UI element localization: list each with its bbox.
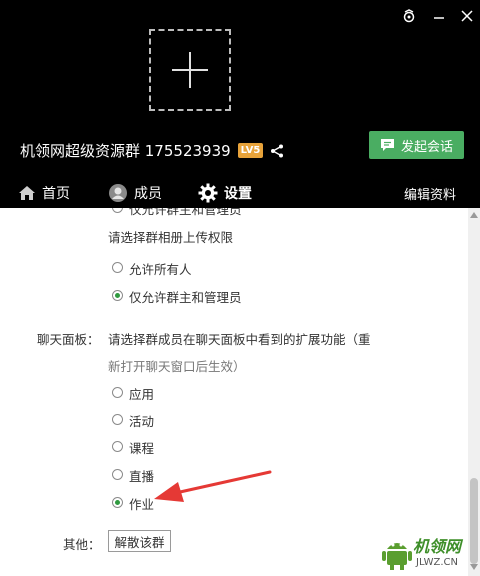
radio-apps[interactable] — [112, 387, 123, 398]
option-activities: 活动 — [129, 414, 155, 429]
watermark-url: JLWZ.CN — [416, 557, 458, 568]
skin-icon — [403, 9, 415, 23]
members-icon — [109, 184, 127, 202]
tab-members[interactable]: 成员 — [108, 178, 162, 208]
tab-home-label: 首页 — [42, 186, 70, 202]
tab-settings-label: 设置 — [224, 186, 252, 202]
album-option-allow-all: 允许所有人 — [129, 262, 192, 277]
watermark: 机领网 JLWZ.CN — [382, 530, 468, 576]
album-option-admins-only: 仅允许群主和管理员 — [129, 290, 242, 305]
close-button[interactable] — [456, 6, 478, 26]
android-robot-icon — [382, 543, 412, 570]
group-name-text: 机领网超级资源群 175523939 — [20, 142, 231, 160]
album-prompt: 请选择群相册上传权限 — [108, 230, 234, 245]
option-courses: 课程 — [129, 441, 155, 456]
chat-panel-desc-2: 新打开聊天窗口后生效） — [108, 359, 246, 374]
minimize-icon — [434, 17, 444, 19]
edit-profile-link[interactable]: 编辑资料 — [404, 178, 456, 208]
radio-courses[interactable] — [112, 441, 123, 452]
chat-bubble-icon — [380, 139, 394, 151]
chat-panel-desc-1: 请选择群成员在聊天面板中看到的扩展功能（重 — [108, 332, 371, 347]
watermark-text: 机领网 — [413, 537, 462, 556]
tab-home[interactable]: 首页 — [18, 178, 70, 208]
cut-option-label: 仅允许群主和管理员 — [129, 208, 242, 217]
level-badge: LV5 — [237, 143, 264, 158]
group-header: 机领网超级资源群 175523939 LV5 发起会话 首页 成员 设置 编辑资… — [0, 0, 480, 208]
scroll-thumb[interactable] — [470, 478, 478, 564]
scroll-up-arrow-icon — [470, 212, 478, 218]
share-icon — [271, 144, 284, 157]
radio-admins-only[interactable] — [112, 290, 123, 301]
chat-panel-label: 聊天面板： — [37, 332, 100, 347]
radio-activities[interactable] — [112, 414, 123, 425]
scroll-down-arrow-icon — [470, 564, 478, 570]
red-arrow-annotation — [154, 470, 272, 502]
scrollbar[interactable] — [468, 208, 480, 576]
plus-icon — [172, 52, 208, 88]
tab-settings[interactable]: 设置 — [198, 178, 252, 208]
disband-group-button[interactable]: 解散该群 — [108, 530, 171, 552]
settings-panel: 仅允许群主和管理员 请选择群相册上传权限 允许所有人 仅允许群主和管理员 聊天面… — [0, 208, 468, 576]
group-title: 机领网超级资源群 175523939 LV5 — [20, 140, 284, 161]
radio-live[interactable] — [112, 469, 123, 480]
minimize-button[interactable] — [428, 6, 450, 26]
home-icon — [19, 186, 35, 200]
gear-icon — [198, 183, 218, 203]
cut-radio[interactable] — [112, 208, 123, 213]
tab-members-label: 成员 — [134, 186, 162, 202]
group-avatar-upload[interactable] — [149, 29, 231, 111]
skin-button[interactable] — [398, 6, 420, 26]
nav-tabs: 首页 成员 设置 编辑资料 — [0, 178, 480, 208]
radio-allow-all[interactable] — [112, 262, 123, 273]
close-icon — [461, 10, 473, 22]
other-label: 其他： — [63, 537, 101, 552]
radio-homework[interactable] — [112, 497, 123, 508]
start-chat-label: 发起会话 — [400, 139, 453, 155]
edit-profile-label: 编辑资料 — [404, 187, 457, 203]
option-apps: 应用 — [129, 387, 155, 402]
start-chat-button[interactable]: 发起会话 — [369, 131, 464, 159]
share-button[interactable] — [270, 144, 284, 158]
